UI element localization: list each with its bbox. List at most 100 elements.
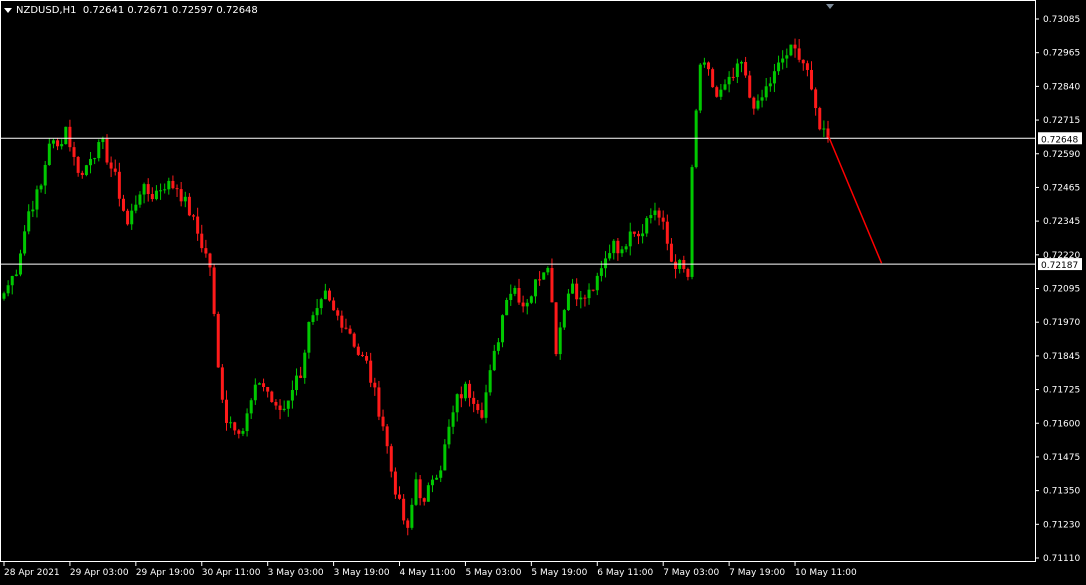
candle-body bbox=[764, 86, 768, 98]
candle-body bbox=[744, 62, 748, 76]
candle-body bbox=[216, 313, 220, 368]
candle-body bbox=[406, 520, 410, 528]
candle-body bbox=[159, 190, 163, 192]
candle-body bbox=[340, 315, 344, 328]
candle-body bbox=[604, 258, 608, 269]
candle-body bbox=[208, 253, 212, 268]
x-tick-label: 3 May 19:00 bbox=[334, 568, 390, 578]
y-tick-label: 0.72220 bbox=[1043, 251, 1080, 261]
x-tick-label: 28 Apr 2021 bbox=[4, 568, 60, 578]
candle bbox=[818, 106, 822, 131]
candle-body bbox=[319, 299, 323, 309]
candle-body bbox=[756, 100, 760, 109]
price-marker-label: 0.72187 bbox=[1041, 261, 1078, 271]
candle-body bbox=[233, 422, 237, 431]
candle-body bbox=[286, 400, 290, 409]
x-tick-label: 29 Apr 03:00 bbox=[70, 568, 129, 578]
y-tick-label: 0.72965 bbox=[1043, 49, 1080, 59]
candle-body bbox=[484, 392, 488, 418]
candle-body bbox=[488, 370, 492, 393]
candle-body bbox=[715, 87, 719, 97]
candle-body bbox=[121, 198, 125, 211]
x-tick-label: 10 May 11:00 bbox=[795, 568, 857, 578]
candle-body bbox=[501, 315, 505, 343]
candle-body bbox=[130, 210, 134, 225]
candle-body bbox=[117, 171, 121, 199]
candle-body bbox=[719, 89, 723, 97]
candle bbox=[212, 264, 216, 317]
candle-body bbox=[113, 168, 117, 172]
y-tick-label: 0.72840 bbox=[1043, 82, 1080, 92]
candle-body bbox=[51, 140, 55, 144]
candle-body bbox=[797, 48, 801, 60]
candle bbox=[505, 297, 509, 316]
y-tick-label: 0.72345 bbox=[1043, 217, 1080, 227]
candle-body bbox=[23, 231, 27, 254]
y-tick-label: 0.73085 bbox=[1043, 15, 1080, 25]
candle-body bbox=[657, 210, 661, 218]
y-tick-label: 0.71110 bbox=[1043, 554, 1080, 564]
candle bbox=[18, 249, 22, 277]
candle-body bbox=[760, 97, 764, 101]
candle-body bbox=[587, 289, 591, 299]
candle bbox=[393, 467, 397, 499]
candle-body bbox=[616, 240, 620, 254]
candle-body bbox=[558, 327, 562, 355]
candle bbox=[529, 295, 533, 305]
candle-body bbox=[402, 498, 406, 521]
candle-body bbox=[72, 147, 76, 157]
candle-body bbox=[253, 384, 257, 401]
candle-body bbox=[171, 180, 175, 189]
candle-body bbox=[785, 55, 789, 59]
candle bbox=[542, 272, 546, 280]
candle-body bbox=[410, 504, 414, 528]
candle-body bbox=[35, 189, 39, 210]
candle-body bbox=[245, 413, 249, 432]
candle-body bbox=[224, 399, 228, 423]
y-tick-label: 0.71350 bbox=[1043, 487, 1080, 497]
ohlc-values: 0.72641 0.72671 0.72597 0.72648 bbox=[82, 5, 258, 16]
y-tick-label: 0.72590 bbox=[1043, 150, 1080, 160]
candle-body bbox=[628, 231, 632, 247]
candle-body bbox=[727, 76, 731, 85]
x-tick-label: 5 May 03:00 bbox=[465, 568, 521, 578]
candle-body bbox=[315, 308, 319, 316]
candle-body bbox=[810, 69, 814, 90]
candle-body bbox=[447, 426, 451, 445]
chart-window[interactable]: 0.72648 0.72187 0.73085 0.72965 0.72840 0.72… bbox=[0, 0, 1086, 581]
candle-body bbox=[68, 126, 72, 148]
candle-body bbox=[274, 401, 278, 406]
y-tick-label: 0.71845 bbox=[1043, 352, 1080, 362]
candle-body bbox=[665, 221, 669, 244]
candle bbox=[126, 208, 130, 226]
candle-body bbox=[768, 83, 772, 87]
candle-body bbox=[262, 383, 266, 387]
candle-body bbox=[138, 194, 142, 205]
candle-body bbox=[369, 360, 373, 383]
candle-body bbox=[299, 375, 303, 378]
candle-body bbox=[583, 297, 587, 299]
candle-body bbox=[303, 352, 307, 378]
candle-body bbox=[711, 69, 715, 88]
candle-body bbox=[381, 416, 385, 427]
candle-body bbox=[459, 394, 463, 399]
candle-body bbox=[735, 63, 739, 77]
candle-body bbox=[356, 346, 360, 355]
dropdown-triangle-icon[interactable] bbox=[4, 7, 12, 13]
candle-body bbox=[27, 211, 31, 232]
candle-body bbox=[550, 268, 554, 303]
candle-body bbox=[579, 297, 583, 300]
y-tick-label: 0.71725 bbox=[1043, 386, 1080, 396]
y-tick-label: 0.71600 bbox=[1043, 419, 1080, 429]
candle-body bbox=[822, 128, 826, 130]
candle bbox=[463, 381, 467, 402]
candle-body bbox=[752, 97, 756, 109]
candle-body bbox=[183, 196, 187, 202]
candle-body bbox=[179, 189, 183, 202]
candle-body bbox=[566, 293, 570, 311]
candle-body bbox=[187, 196, 191, 216]
candle-body bbox=[373, 382, 377, 388]
candle-body bbox=[789, 44, 793, 56]
candle-body bbox=[93, 158, 97, 160]
candlestick-chart[interactable]: 0.72648 0.72187 0.73085 0.72965 0.72840 0.72… bbox=[0, 0, 1086, 581]
